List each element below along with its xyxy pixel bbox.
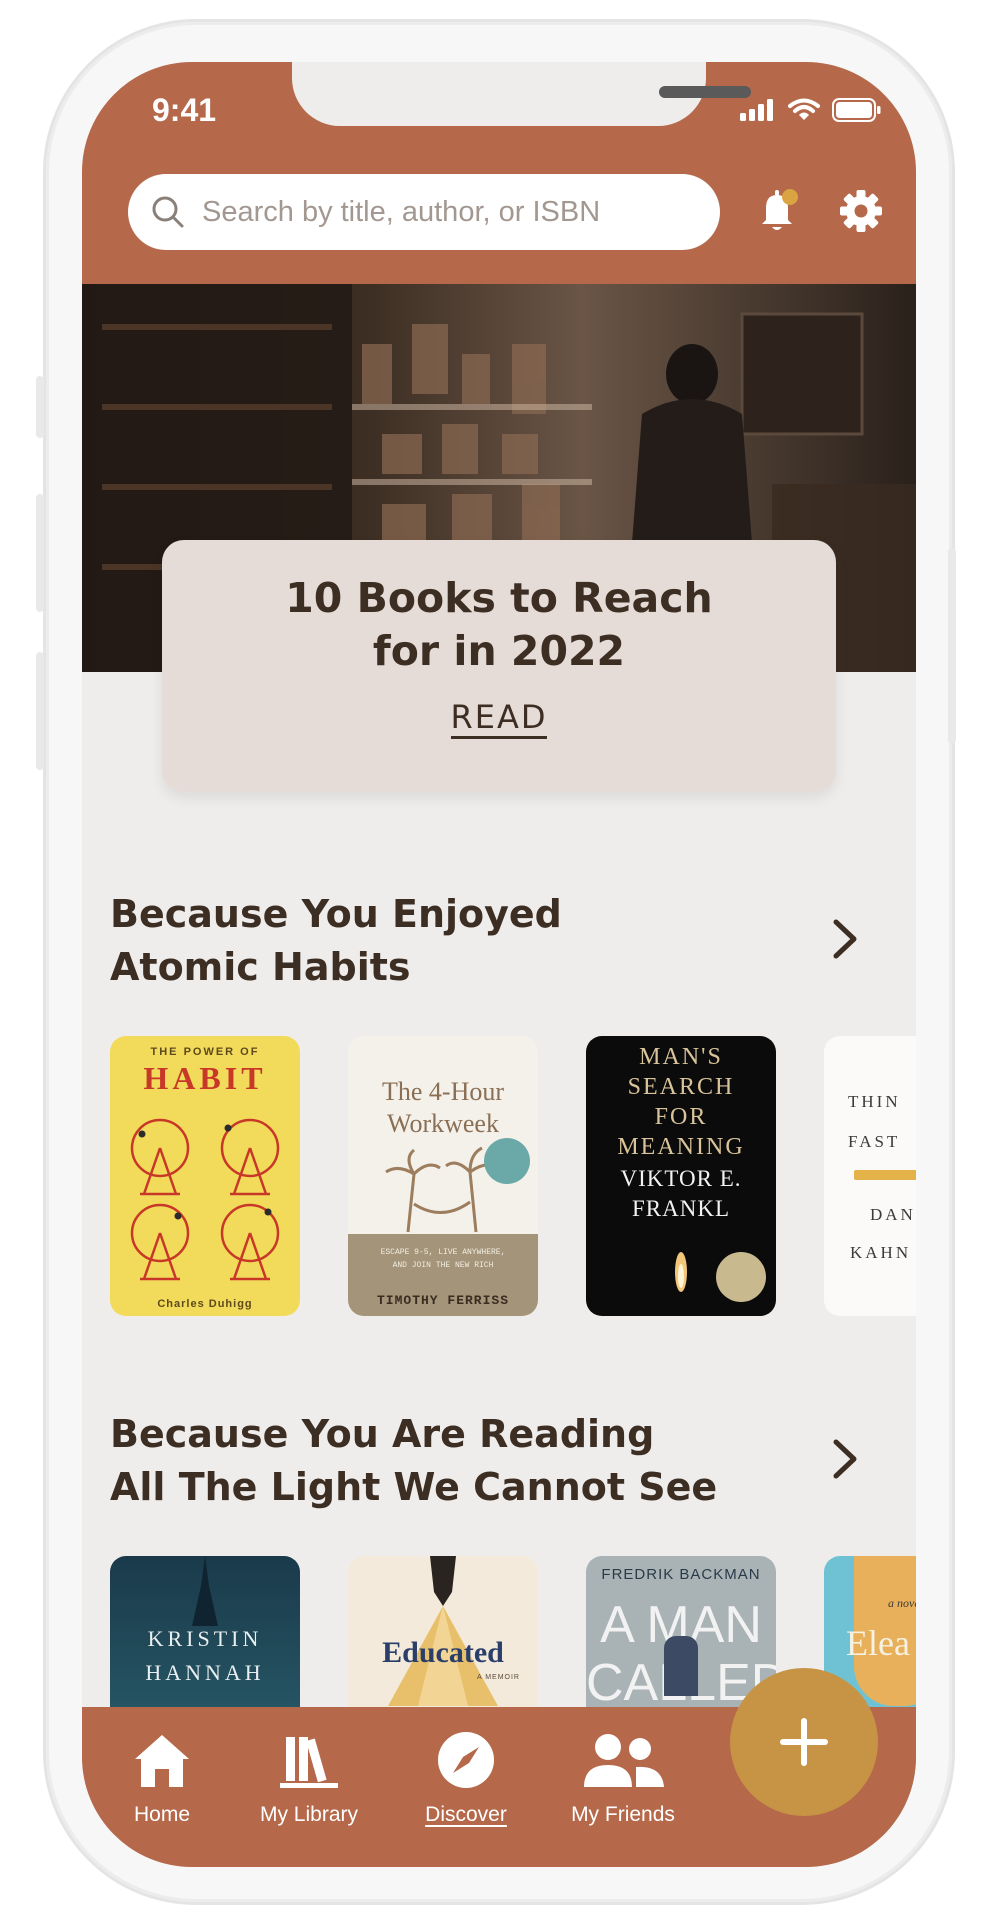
featured-article-card[interactable]: 10 Books to Reach for in 2022 READ xyxy=(162,540,836,792)
book-author-line1: VIKTOR E. xyxy=(620,1166,742,1191)
book-top-line: a novel xyxy=(888,1596,916,1610)
book-tagline-band: ESCAPE 9-5, LIVE ANYWHERE, AND JOIN THE … xyxy=(348,1234,538,1316)
friends-icon xyxy=(584,1734,664,1787)
search-input[interactable] xyxy=(200,194,704,230)
book-title-line1: THIN xyxy=(848,1092,901,1111)
book-author: FREDRIK BACKMAN xyxy=(601,1566,761,1583)
book-tagline-line2: AND JOIN THE NEW RICH xyxy=(392,1261,494,1270)
home-icon xyxy=(135,1735,189,1787)
book-title-line2: FAST xyxy=(848,1132,901,1151)
read-link[interactable]: READ xyxy=(450,698,548,739)
book-author-line1: DAN xyxy=(870,1205,916,1224)
tab-label: My Library xyxy=(259,1803,359,1826)
phone-side-button xyxy=(36,376,44,438)
search-icon xyxy=(152,196,184,228)
pencil-mountain-illustration xyxy=(388,1556,498,1706)
book-title-line1: MAN'S xyxy=(639,1044,723,1070)
featured-title-line1: 10 Books to Reach xyxy=(285,574,713,622)
add-book-button[interactable] xyxy=(730,1668,878,1816)
tab-label: Home xyxy=(133,1803,191,1826)
book-top-line: THE POWER OF xyxy=(150,1046,260,1058)
book-subtitle: A MEMOIR xyxy=(476,1674,520,1681)
section-title-line2: Atomic Habits xyxy=(110,945,411,989)
tab-home[interactable]: Home xyxy=(87,1727,237,1827)
section-title-line2: All The Light We Cannot See xyxy=(110,1465,718,1509)
section-title-all-the-light: Because You Are Reading All The Light We… xyxy=(110,1408,717,1514)
bell-icon[interactable] xyxy=(752,184,806,238)
book-title: The 4-Hour Workweek xyxy=(348,1076,538,1140)
section-title-line1: Because You Are Reading xyxy=(110,1412,655,1456)
status-icons xyxy=(740,98,882,122)
book-author: Charles Duhigg xyxy=(157,1298,253,1310)
book-cover-4-hour-workweek[interactable]: The 4-Hour Workweek ESCAPE 9-5, LIVE ANY… xyxy=(348,1036,538,1316)
tab-discover[interactable]: Discover xyxy=(391,1727,541,1827)
candle-flame-illustration xyxy=(675,1252,687,1292)
book-cover-mans-search-for-meaning[interactable]: MAN'S SEARCH FOR MEANING VIKTOR E. FRANK… xyxy=(586,1036,776,1316)
library-icon xyxy=(280,1737,338,1788)
eiffel-tower-illustration xyxy=(192,1556,218,1626)
book-title-line2: SEARCH xyxy=(627,1074,735,1100)
book-author: KRISTIN HANNAH xyxy=(110,1622,300,1690)
book-title: HABIT xyxy=(143,1060,267,1096)
tab-label: Discover xyxy=(425,1803,507,1826)
book-author-line2: HANNAH xyxy=(145,1660,265,1685)
book-title: MAN'S SEARCH FOR MEANING xyxy=(586,1042,776,1162)
app-screen: 9:41 Search by title, author, or ISBN 10… xyxy=(82,62,916,1867)
pencil-illustration xyxy=(854,1170,916,1180)
ferris-wheel-illustration xyxy=(130,1118,280,1281)
plus-icon xyxy=(780,1718,828,1766)
book-cover-thinking-fast-and-slow[interactable]: THIN FAST DAN KAHN xyxy=(824,1036,916,1316)
chevron-right-icon[interactable] xyxy=(828,1434,862,1484)
status-time: 9:41 xyxy=(152,92,217,128)
compass-icon xyxy=(438,1732,494,1788)
search-bar[interactable] xyxy=(128,174,720,250)
book-author: DAN xyxy=(870,1196,916,1234)
chevron-right-icon[interactable] xyxy=(828,914,862,964)
tab-my-friends[interactable]: My Friends xyxy=(548,1727,698,1827)
phone-notch xyxy=(292,62,751,126)
book-title-line3: FOR xyxy=(654,1104,708,1130)
award-seal xyxy=(716,1252,766,1302)
book-tagline: ESCAPE 9-5, LIVE ANYWHERE, AND JOIN THE … xyxy=(348,1246,538,1272)
new-badge xyxy=(484,1138,530,1184)
section-title-line1: Because You Enjoyed xyxy=(110,892,562,936)
speaker-grille xyxy=(659,86,751,98)
book-author-line1: KRISTIN xyxy=(147,1626,263,1651)
notification-dot xyxy=(782,189,798,205)
phone-volume-down-button xyxy=(36,652,44,770)
app-header: 9:41 xyxy=(82,62,916,284)
book-cover-power-of-habit[interactable]: THE POWER OF HABIT Charles Duhigg xyxy=(110,1036,300,1316)
featured-article-title: 10 Books to Reach for in 2022 xyxy=(162,572,836,678)
phone-power-button xyxy=(948,548,956,744)
book-title: Educated xyxy=(382,1636,504,1669)
book-author-2: KAHN xyxy=(850,1234,911,1272)
section-title-atomic-habits: Because You Enjoyed Atomic Habits xyxy=(110,888,562,994)
book-title-line2: Workweek xyxy=(387,1109,499,1138)
book-title: Elea xyxy=(846,1623,910,1663)
book-author: VIKTOR E. FRANKL xyxy=(586,1164,776,1224)
book-author-line2: KAHN xyxy=(850,1243,912,1262)
book-author-line2: FRANKL xyxy=(631,1196,730,1221)
book-title-line4: MEANING xyxy=(617,1134,745,1160)
book-author: TIMOTHY FERRISS xyxy=(376,1293,510,1308)
book-title: THIN FAST xyxy=(848,1082,901,1162)
wifi-icon xyxy=(788,98,820,120)
featured-title-line2: for in 2022 xyxy=(372,627,626,675)
gear-icon[interactable] xyxy=(834,184,888,238)
battery-icon xyxy=(832,98,881,122)
phone-volume-up-button xyxy=(36,494,44,612)
man-figure-illustration xyxy=(664,1636,698,1696)
tab-label: My Friends xyxy=(571,1803,675,1826)
book-tagline-line1: ESCAPE 9-5, LIVE ANYWHERE, xyxy=(380,1248,506,1257)
tab-my-library[interactable]: My Library xyxy=(234,1727,384,1827)
book-title-line1: The 4-Hour xyxy=(381,1077,504,1106)
signal-icon xyxy=(740,99,773,121)
